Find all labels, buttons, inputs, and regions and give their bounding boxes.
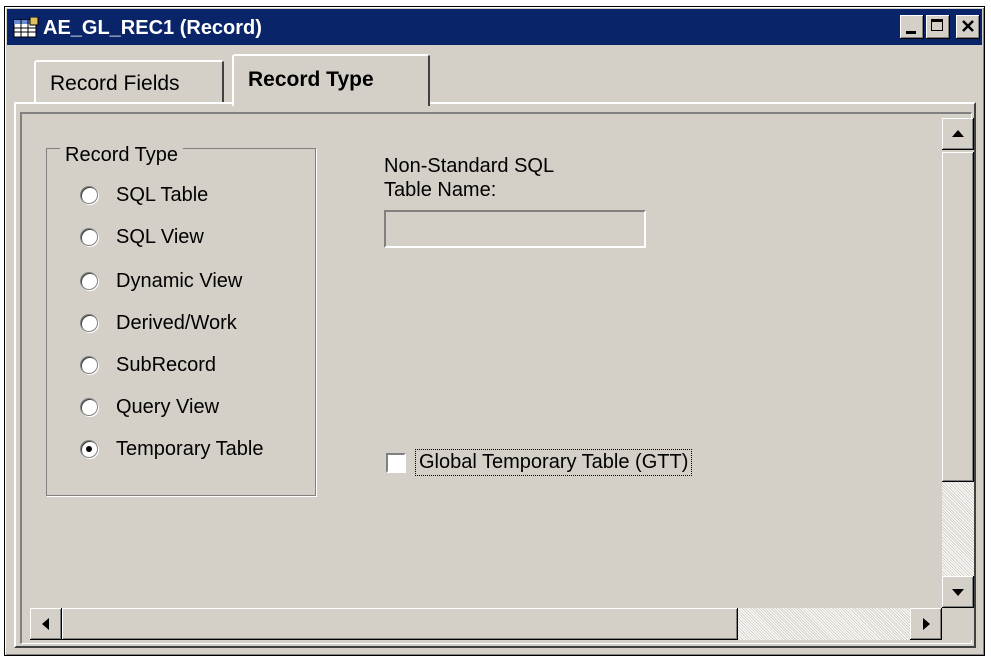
horizontal-scroll-thumb[interactable] <box>62 608 738 640</box>
radio-subrecord[interactable]: SubRecord <box>80 352 216 378</box>
arrow-left-icon <box>42 618 49 630</box>
horizontal-scroll-track[interactable] <box>738 608 910 640</box>
scroll-left-button[interactable] <box>30 608 62 640</box>
tab-label: Record Type <box>248 68 374 91</box>
horizontal-scrollbar[interactable] <box>30 608 942 640</box>
gtt-checkbox[interactable] <box>386 453 406 473</box>
radio-label: Temporary Table <box>116 437 264 460</box>
close-button[interactable] <box>956 15 980 39</box>
vertical-scroll-track[interactable] <box>942 482 974 576</box>
radio-icon[interactable] <box>80 440 98 458</box>
tab-label: Record Fields <box>50 72 180 95</box>
radio-dynamic-view[interactable]: Dynamic View <box>80 268 242 294</box>
radio-icon[interactable] <box>80 228 98 246</box>
groupbox-label: Record Type <box>60 144 184 167</box>
close-icon <box>962 20 974 32</box>
scroll-down-button[interactable] <box>942 576 974 608</box>
window-title: AE_GL_REC1 (Record) <box>43 17 262 39</box>
label-line-1: Non-Standard SQL <box>384 155 555 177</box>
vertical-scroll-thumb[interactable] <box>942 152 974 482</box>
radio-label: SQL View <box>116 225 204 248</box>
radio-icon[interactable] <box>80 356 98 374</box>
arrow-up-icon <box>952 130 964 137</box>
radio-temporary-table[interactable]: Temporary Table <box>80 436 263 462</box>
radio-icon[interactable] <box>80 186 98 204</box>
radio-label: Query View <box>116 395 220 418</box>
title-bar[interactable]: AE_GL_REC1 (Record) <box>7 9 982 45</box>
radio-icon[interactable] <box>80 314 98 332</box>
scroll-right-button[interactable] <box>910 608 942 640</box>
label-line-2: Table Name: <box>384 179 497 201</box>
radio-sql-table[interactable]: SQL Table <box>80 182 208 208</box>
vertical-scrollbar[interactable] <box>942 118 974 608</box>
radio-icon[interactable] <box>80 272 98 290</box>
tab-record-fields[interactable]: Record Fields <box>34 60 224 102</box>
record-icon <box>13 17 39 38</box>
radio-sql-view[interactable]: SQL View <box>80 224 204 250</box>
radio-label: SubRecord <box>116 353 217 376</box>
radio-label: Derived/Work <box>116 311 237 334</box>
arrow-right-icon <box>923 618 930 630</box>
scrollbar-corner <box>942 608 974 640</box>
radio-label: Dynamic View <box>116 269 243 292</box>
scroll-up-button[interactable] <box>942 118 974 150</box>
tab-record-type[interactable]: Record Type <box>232 54 430 106</box>
minimize-button[interactable] <box>900 15 924 39</box>
maximize-button[interactable] <box>926 15 950 39</box>
radio-label: SQL Table <box>116 183 209 206</box>
non-standard-sql-table-name-input[interactable] <box>384 210 646 248</box>
radio-icon[interactable] <box>80 398 98 416</box>
arrow-down-icon <box>952 589 964 596</box>
radio-query-view[interactable]: Query View <box>80 394 219 420</box>
gtt-label[interactable]: Global Temporary Table (GTT) <box>414 449 693 476</box>
non-standard-sql-label: Non-Standard SQL Table Name: <box>384 154 554 202</box>
radio-derived-work[interactable]: Derived/Work <box>80 310 237 336</box>
